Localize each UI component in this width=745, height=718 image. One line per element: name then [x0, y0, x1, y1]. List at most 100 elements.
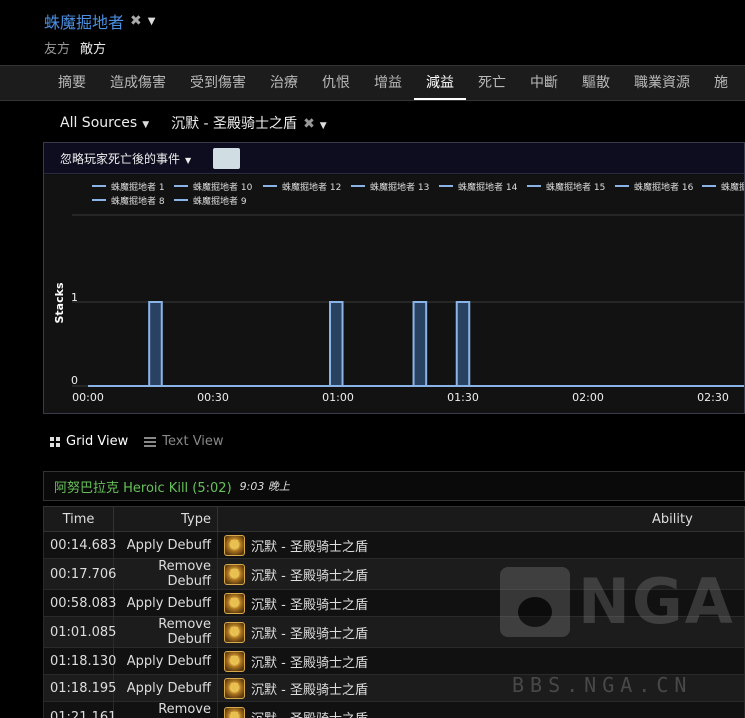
source-filter-label: All Sources — [60, 115, 138, 131]
fight-time: 9:03 晚上 — [239, 480, 290, 493]
ability-wrap: 沉默 - 圣殿骑士之盾 — [224, 677, 738, 699]
cell-ability[interactable]: 沉默 - 圣殿骑士之盾 — [217, 701, 745, 718]
ability-wrap: 沉默 - 圣殿骑士之盾 — [224, 534, 738, 556]
legend-entry: 蛛魔掘地者 10 — [193, 181, 253, 193]
text-view-button[interactable]: Text View — [144, 434, 224, 449]
header-type[interactable]: Type — [113, 506, 218, 532]
enemy-title: 蛛魔掘地者 — [44, 13, 125, 32]
table-row: 01:21.161Remove Debuff 沉默 - 圣殿骑士之盾 — [43, 701, 745, 718]
ability-name[interactable]: 沉默 - 圣殿骑士之盾 — [251, 708, 368, 718]
shield-icon — [224, 677, 245, 699]
tab-5[interactable]: 增益 — [362, 66, 414, 100]
cell-type: Apply Debuff — [113, 674, 218, 702]
shield-icon — [224, 592, 245, 614]
cell-ability[interactable]: 沉默 - 圣殿骑士之盾 — [217, 589, 745, 617]
enemy-selector[interactable]: 蛛魔掘地者 ✖ ▼ — [44, 9, 155, 33]
cell-ability[interactable]: 沉默 - 圣殿骑士之盾 — [217, 531, 745, 559]
tab-3[interactable]: 治療 — [258, 66, 310, 100]
tab-6[interactable]: 減益 — [414, 66, 466, 100]
grid-view-button[interactable]: Grid View — [50, 434, 128, 449]
ability-name[interactable]: 沉默 - 圣殿骑士之盾 — [251, 565, 368, 584]
table-row: 00:58.083 Apply Debuff 沉默 - 圣殿骑士之盾 — [43, 589, 745, 617]
ability-filter-label: 沉默 - 圣殿骑士之盾 — [171, 116, 298, 132]
header-ability[interactable]: Ability — [217, 506, 745, 532]
table-row: 01:18.195 Apply Debuff 沉默 - 圣殿骑士之盾 — [43, 674, 745, 702]
debuff-chart: 0 1 Stacks 00:00 00:30 01:00 01:30 02:00 02:30 蛛魔… — [44, 175, 744, 413]
shield-icon — [224, 534, 245, 556]
ability-filter[interactable]: 沉默 - 圣殿骑士之盾 ✖ ▼ — [171, 113, 327, 133]
header-time[interactable]: Time — [43, 506, 114, 532]
cell-type: Apply Debuff — [113, 589, 218, 617]
graph-toolbar: 忽略玩家死亡後的事件 ▼ — [44, 143, 744, 174]
table-header-row: Time Type Ability — [43, 506, 745, 532]
tab-0[interactable]: 摘要 — [46, 66, 98, 100]
cell-time: 00:17.706 — [43, 558, 116, 590]
cell-time: 00:14.683 — [43, 531, 116, 559]
ability-wrap: 沉默 - 圣殿骑士之盾 — [224, 592, 738, 614]
cell-ability[interactable]: 沉默 - 圣殿骑士之盾 — [217, 616, 745, 648]
cell-type: Apply Debuff — [113, 531, 218, 559]
ignore-deaths-dropdown[interactable]: 忽略玩家死亡後的事件 ▼ — [60, 150, 191, 167]
legend-entry: 蛛魔掘地者 12 — [282, 181, 341, 193]
stack-bar — [329, 301, 344, 387]
report-tabs: 摘要 造成傷害 受到傷害 治療 仇恨 增益 減益 死亡 中斷 驅散 職業資源施 — [0, 65, 745, 101]
cell-type: Remove Debuff — [113, 616, 218, 648]
stack-bar — [455, 301, 471, 387]
y-tick-label: 1 — [71, 291, 78, 304]
tab-10[interactable]: 職業資源 — [622, 66, 702, 100]
graph-option-button[interactable] — [213, 147, 241, 169]
filter-bar: All Sources ▼ 沉默 - 圣殿骑士之盾 ✖ ▼ — [60, 113, 327, 133]
tab-8[interactable]: 中斷 — [518, 66, 570, 100]
list-icon — [144, 436, 157, 447]
chart-svg: 0 1 Stacks 00:00 00:30 01:00 01:30 02:00 02:30 蛛魔… — [53, 181, 744, 404]
ability-name[interactable]: 沉默 - 圣殿骑士之盾 — [251, 536, 368, 555]
close-icon[interactable]: ✖ — [303, 116, 315, 132]
side-toggle: 友方 敵方 — [44, 38, 106, 57]
source-filter[interactable]: All Sources ▼ — [60, 115, 149, 131]
cell-ability[interactable]: 沉默 - 圣殿骑士之盾 — [217, 647, 745, 675]
shield-icon — [224, 650, 245, 672]
legend-entry: 蛛魔掘 — [721, 181, 744, 193]
cell-type: Apply Debuff — [113, 647, 218, 675]
header: 蛛魔掘地者 ✖ ▼ 友方 敵方 — [0, 0, 745, 65]
shield-icon — [224, 563, 245, 585]
chevron-down-icon: ▼ — [142, 120, 150, 130]
friendly-toggle[interactable]: 友方 — [44, 38, 70, 57]
ability-name[interactable]: 沉默 - 圣殿骑士之盾 — [251, 679, 368, 698]
cell-time: 01:21.161 — [43, 701, 116, 718]
cell-type: Remove Debuff — [113, 701, 218, 718]
tab-1[interactable]: 造成傷害 — [98, 66, 178, 100]
grid-view-label: Grid View — [66, 434, 129, 449]
legend-entry: 蛛魔掘地者 8 — [111, 195, 165, 207]
chevron-down-icon: ▼ — [319, 121, 327, 131]
cell-ability[interactable]: 沉默 - 圣殿骑士之盾 — [217, 558, 745, 590]
legend-entry: 蛛魔掘地者 13 — [370, 181, 429, 193]
fight-bar: 阿努巴拉克 Heroic Kill (5:02) 9:03 晚上 — [43, 471, 745, 501]
tab-4[interactable]: 仇恨 — [310, 66, 362, 100]
ability-name[interactable]: 沉默 - 圣殿骑士之盾 — [251, 652, 368, 671]
x-tick-label: 00:00 — [72, 391, 104, 404]
cell-time: 01:18.195 — [43, 674, 116, 702]
x-tick-label: 01:30 — [447, 391, 479, 404]
x-tick-label: 02:00 — [572, 391, 604, 404]
stack-bar — [148, 301, 163, 387]
table-row: 01:01.085 Remove Debuff 沉默 - 圣殿骑士之盾 — [43, 616, 745, 648]
table-row: 00:17.706 Remove Debuff 沉默 - 圣殿骑士之盾 — [43, 558, 745, 590]
fight-name[interactable]: 阿努巴拉克 Heroic Kill (5:02) — [54, 477, 232, 496]
grid-icon — [50, 436, 60, 447]
text-view-label: Text View — [162, 434, 224, 449]
hostile-toggle[interactable]: 敵方 — [80, 38, 106, 57]
ability-wrap: 沉默 - 圣殿骑士之盾 — [224, 650, 738, 672]
events-table: Time Type Ability 00:14.683 Apply Debuff 沉… — [43, 506, 745, 718]
tab-7[interactable]: 死亡 — [466, 66, 518, 100]
close-icon[interactable]: ✖ — [130, 13, 142, 29]
chevron-down-icon[interactable]: ▼ — [148, 16, 156, 27]
ability-name[interactable]: 沉默 - 圣殿骑士之盾 — [251, 594, 368, 613]
cell-ability[interactable]: 沉默 - 圣殿骑士之盾 — [217, 674, 745, 702]
tab-9[interactable]: 驅散 — [570, 66, 622, 100]
tab-2[interactable]: 受到傷害 — [178, 66, 258, 100]
cell-time: 00:58.083 — [43, 589, 116, 617]
table-row: 00:14.683 Apply Debuff 沉默 - 圣殿骑士之盾 — [43, 531, 745, 559]
ability-name[interactable]: 沉默 - 圣殿骑士之盾 — [251, 623, 368, 642]
tab-11[interactable]: 施 — [702, 66, 740, 100]
